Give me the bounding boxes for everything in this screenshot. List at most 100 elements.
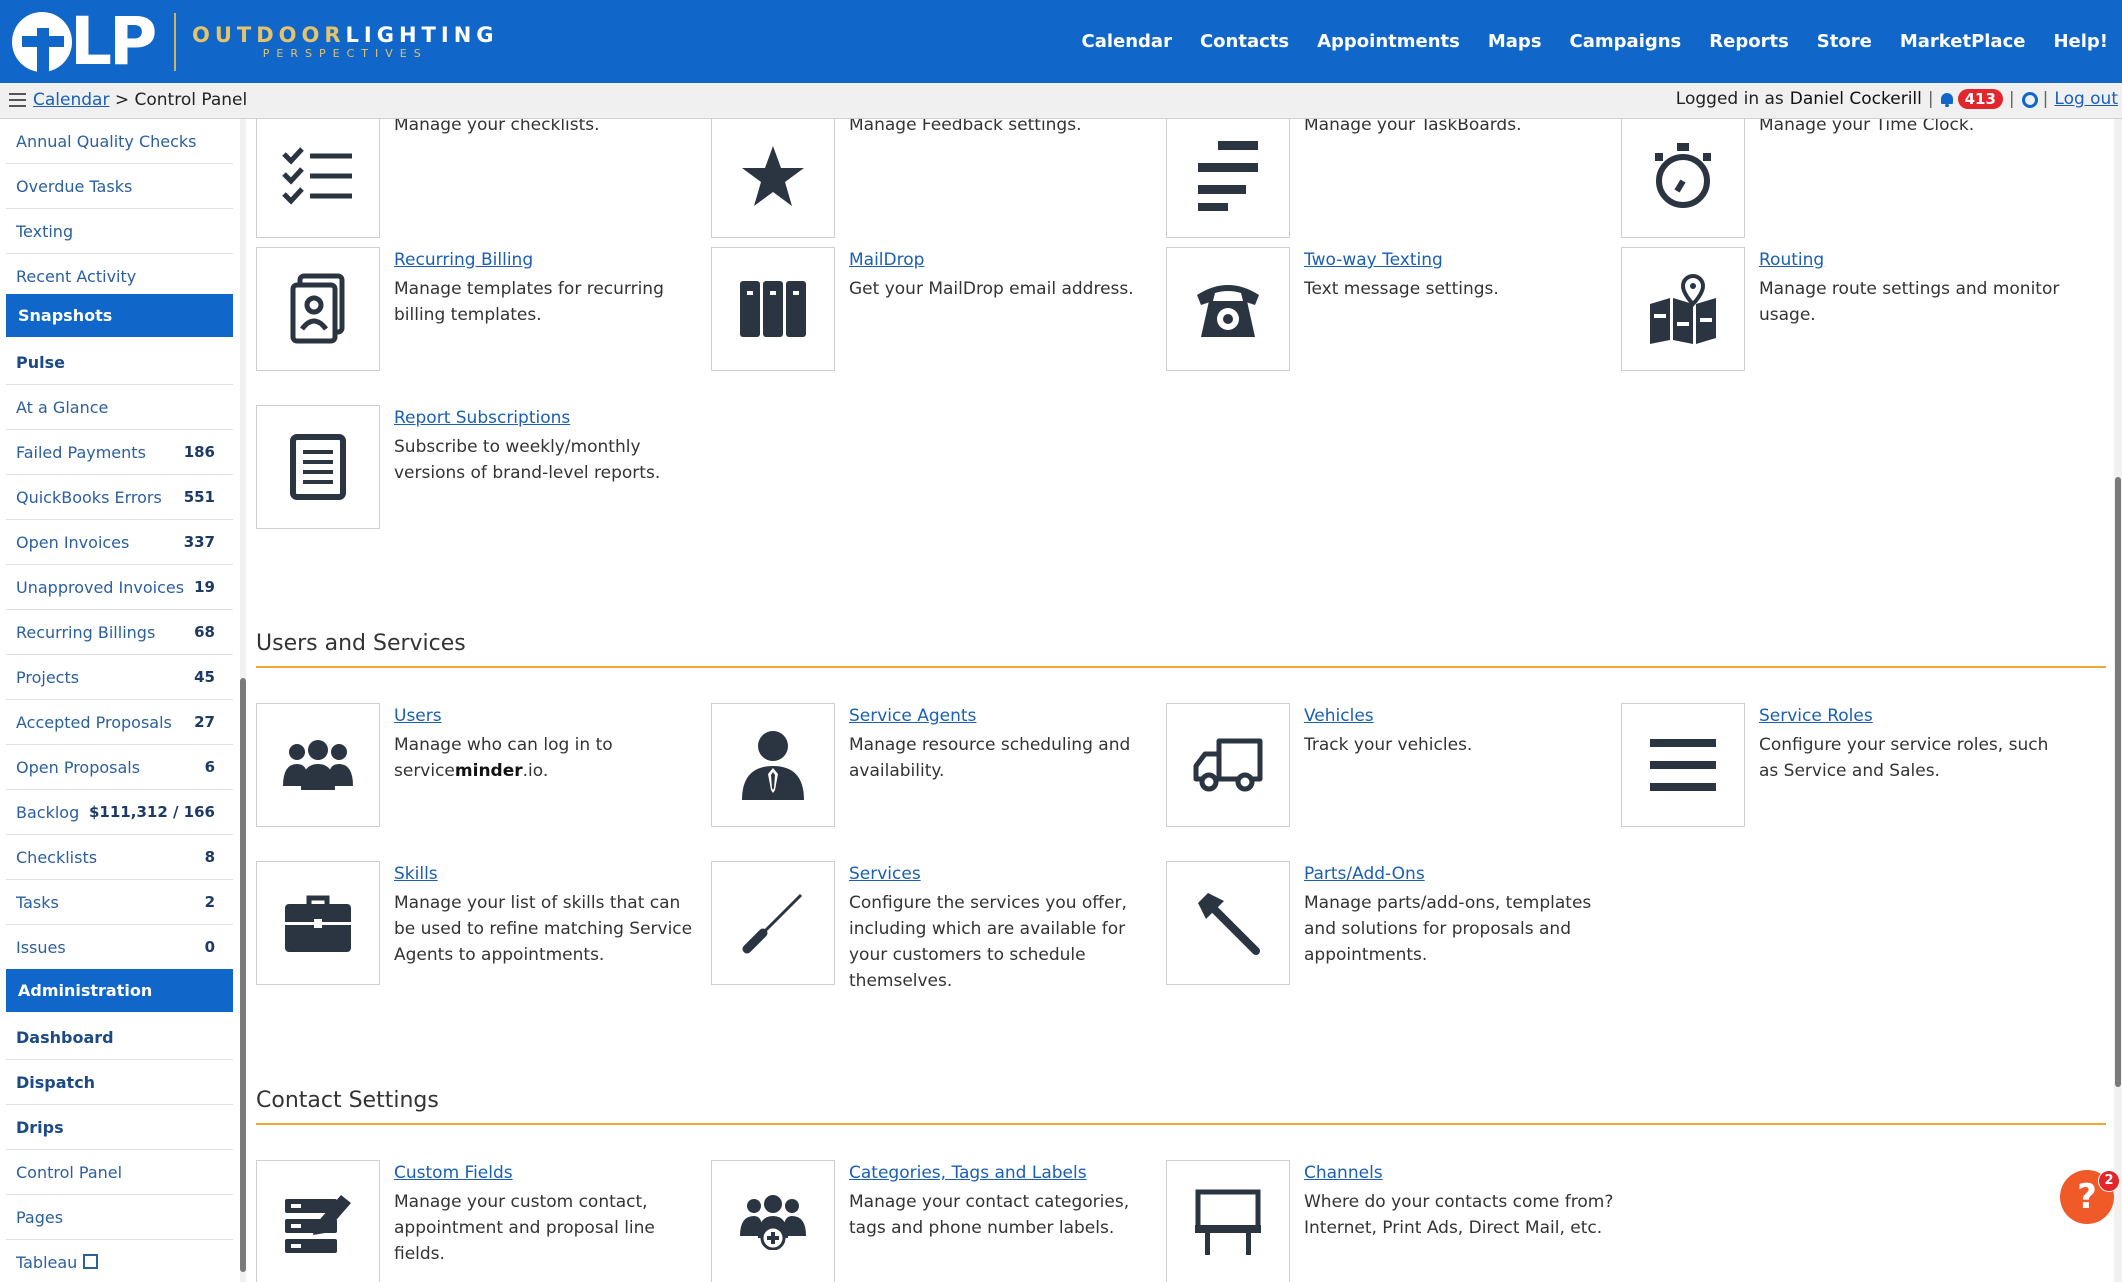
custom-fields-icon[interactable] bbox=[256, 1160, 380, 1282]
sidebar-item-issues[interactable]: Issues 0 bbox=[6, 925, 233, 970]
maildrop-link[interactable]: MailDrop bbox=[849, 250, 924, 270]
map-icon[interactable] bbox=[1621, 247, 1745, 371]
categories-tags-labels-link[interactable]: Categories, Tags and Labels bbox=[849, 1163, 1087, 1183]
tile-service-roles[interactable]: Service Roles Configure your service rol… bbox=[1621, 703, 2061, 833]
notification-badge[interactable]: 413 bbox=[1957, 89, 2003, 109]
maildrop-icon[interactable] bbox=[711, 247, 835, 371]
tile-parts-add-ons[interactable]: Parts/Add-Ons Manage parts/add-ons, temp… bbox=[1166, 861, 1606, 991]
tile-routing[interactable]: Routing Manage route settings and monito… bbox=[1621, 247, 2061, 377]
tile-categories-tags-labels[interactable]: Categories, Tags and Labels Manage your … bbox=[711, 1160, 1151, 1282]
tile-vehicles[interactable]: Vehicles Track your vehicles. bbox=[1166, 703, 1606, 833]
sidebar-item-pages[interactable]: Pages bbox=[6, 1195, 233, 1240]
sidebar-item-checklists[interactable]: Checklists 8 bbox=[6, 835, 233, 880]
checklist-icon[interactable] bbox=[256, 119, 380, 238]
sidebar-item-recurring-billings[interactable]: Recurring Billings 68 bbox=[6, 610, 233, 655]
tile-checklists[interactable]: Manage your checklists. bbox=[256, 119, 696, 244]
sidebar-item-failed-payments[interactable]: Failed Payments 186 bbox=[6, 430, 233, 475]
categories-icon[interactable] bbox=[711, 1160, 835, 1282]
sidebar-item-backlog[interactable]: Backlog $111,312 / 166 bbox=[6, 790, 233, 835]
sidebar-item-open-proposals[interactable]: Open Proposals 6 bbox=[6, 745, 233, 790]
recurring-billing-link[interactable]: Recurring Billing bbox=[394, 250, 533, 270]
tile-feedback[interactable]: Manage Feedback settings. bbox=[711, 119, 1151, 244]
custom-fields-link[interactable]: Custom Fields bbox=[394, 1163, 513, 1183]
tile-recurring-billing[interactable]: Recurring Billing Manage templates for r… bbox=[256, 247, 696, 377]
tile-skills[interactable]: Skills Manage your list of skills that c… bbox=[256, 861, 696, 991]
sidebar-item-overdue-tasks[interactable]: Overdue Tasks bbox=[6, 164, 233, 209]
tile-maildrop[interactable]: MailDrop Get your MailDrop email address… bbox=[711, 247, 1151, 377]
sidebar-item-accepted-proposals[interactable]: Accepted Proposals 27 bbox=[6, 700, 233, 745]
tile-custom-fields[interactable]: Custom Fields Manage your custom contact… bbox=[256, 1160, 696, 1282]
document-icon[interactable] bbox=[256, 405, 380, 529]
tile-report-subscriptions[interactable]: Report Subscriptions Subscribe to weekly… bbox=[256, 405, 696, 535]
nav-reports[interactable]: Reports bbox=[1709, 31, 1789, 52]
gear-icon[interactable] bbox=[2021, 91, 2038, 108]
logout-link[interactable]: Log out bbox=[2054, 89, 2118, 109]
tile-users[interactable]: Users Manage who can log in to servicemi… bbox=[256, 703, 696, 833]
briefcase-icon[interactable] bbox=[256, 861, 380, 985]
tile-services[interactable]: Services Configure the services you offe… bbox=[711, 861, 1151, 991]
parts-add-ons-link[interactable]: Parts/Add-Ons bbox=[1304, 864, 1425, 884]
count-badge: 551 bbox=[183, 488, 215, 506]
control-panel-content: Manage your checklists. Manage Feedback … bbox=[246, 119, 2122, 1282]
tile-service-agents[interactable]: Service Agents Manage resource schedulin… bbox=[711, 703, 1151, 833]
breadcrumb: Calendar > Control Panel bbox=[33, 90, 248, 110]
sidebar-item-dashboard[interactable]: Dashboard bbox=[6, 1015, 233, 1060]
sidebar-item-annual-quality-checks[interactable]: Annual Quality Checks bbox=[6, 119, 233, 164]
roles-icon[interactable] bbox=[1621, 703, 1745, 827]
sidebar-item-drips[interactable]: Drips bbox=[6, 1105, 233, 1150]
service-agents-link[interactable]: Service Agents bbox=[849, 706, 976, 726]
tile-taskboards[interactable]: Manage your TaskBoards. bbox=[1166, 119, 1606, 244]
sidebar-item-recent-activity[interactable]: Recent Activity bbox=[6, 254, 233, 299]
channels-link[interactable]: Channels bbox=[1304, 1163, 1383, 1183]
sidebar-item-projects[interactable]: Projects 45 bbox=[6, 655, 233, 700]
nav-appointments[interactable]: Appointments bbox=[1317, 31, 1460, 52]
service-roles-link[interactable]: Service Roles bbox=[1759, 706, 1873, 726]
sidebar-item-control-panel[interactable]: Control Panel bbox=[6, 1150, 233, 1195]
sidebar-header-administration[interactable]: Administration bbox=[6, 969, 233, 1012]
truck-icon[interactable] bbox=[1166, 703, 1290, 827]
tile-two-way-texting[interactable]: Two-way Texting Text message settings. bbox=[1166, 247, 1606, 377]
agent-icon[interactable] bbox=[711, 703, 835, 827]
sidebar-item-unapproved-invoices[interactable]: Unapproved Invoices 19 bbox=[6, 565, 233, 610]
sidebar-header-snapshots[interactable]: Snapshots bbox=[6, 294, 233, 337]
nav-marketplace[interactable]: MarketPlace bbox=[1900, 31, 2026, 52]
routing-link[interactable]: Routing bbox=[1759, 250, 1824, 270]
bell-icon[interactable] bbox=[1940, 91, 1954, 107]
nav-contacts[interactable]: Contacts bbox=[1200, 31, 1289, 52]
sidebar-item-texting[interactable]: Texting bbox=[6, 209, 233, 254]
nav-maps[interactable]: Maps bbox=[1488, 31, 1542, 52]
taskboard-icon[interactable] bbox=[1166, 119, 1290, 238]
nav-calendar[interactable]: Calendar bbox=[1082, 31, 1172, 52]
recurring-billing-icon[interactable] bbox=[256, 247, 380, 371]
sidebar-item-at-a-glance[interactable]: At a Glance bbox=[6, 385, 233, 430]
sidebar-item-open-invoices[interactable]: Open Invoices 337 bbox=[6, 520, 233, 565]
nav-store[interactable]: Store bbox=[1817, 31, 1872, 52]
star-icon[interactable] bbox=[711, 119, 835, 238]
nav-campaigns[interactable]: Campaigns bbox=[1570, 31, 1682, 52]
sidebar-item-quickbooks-errors[interactable]: QuickBooks Errors 551 bbox=[6, 475, 233, 520]
brand-logo[interactable]: LP OUTDOORLIGHTING PERSPECTIVES bbox=[12, 4, 499, 80]
two-way-texting-link[interactable]: Two-way Texting bbox=[1304, 250, 1443, 270]
tile-time-clock[interactable]: Manage your Time Clock. bbox=[1621, 119, 2061, 244]
skills-link[interactable]: Skills bbox=[394, 864, 438, 884]
nav-help[interactable]: Help! bbox=[2053, 31, 2108, 52]
users-icon[interactable] bbox=[256, 703, 380, 827]
report-subscriptions-link[interactable]: Report Subscriptions bbox=[394, 408, 570, 428]
main-scrollbar-thumb[interactable] bbox=[2115, 477, 2121, 1087]
services-link[interactable]: Services bbox=[849, 864, 921, 884]
vehicles-link[interactable]: Vehicles bbox=[1304, 706, 1374, 726]
hammer-icon[interactable] bbox=[1166, 861, 1290, 985]
sidebar-item-tableau[interactable]: Tableau bbox=[6, 1240, 233, 1282]
phone-icon[interactable] bbox=[1166, 247, 1290, 371]
billboard-icon[interactable] bbox=[1166, 1160, 1290, 1282]
hamburger-menu-icon[interactable] bbox=[9, 93, 26, 107]
count-badge: 8 bbox=[204, 848, 215, 866]
sidebar-item-pulse[interactable]: Pulse bbox=[6, 340, 233, 385]
breadcrumb-calendar-link[interactable]: Calendar bbox=[33, 90, 109, 110]
screwdriver-icon[interactable] bbox=[711, 861, 835, 985]
stopwatch-icon[interactable] bbox=[1621, 119, 1745, 238]
sidebar-item-tasks[interactable]: Tasks 2 bbox=[6, 880, 233, 925]
sidebar-item-dispatch[interactable]: Dispatch bbox=[6, 1060, 233, 1105]
tile-channels[interactable]: Channels Where do your contacts come fro… bbox=[1166, 1160, 1613, 1282]
users-link[interactable]: Users bbox=[394, 706, 442, 726]
